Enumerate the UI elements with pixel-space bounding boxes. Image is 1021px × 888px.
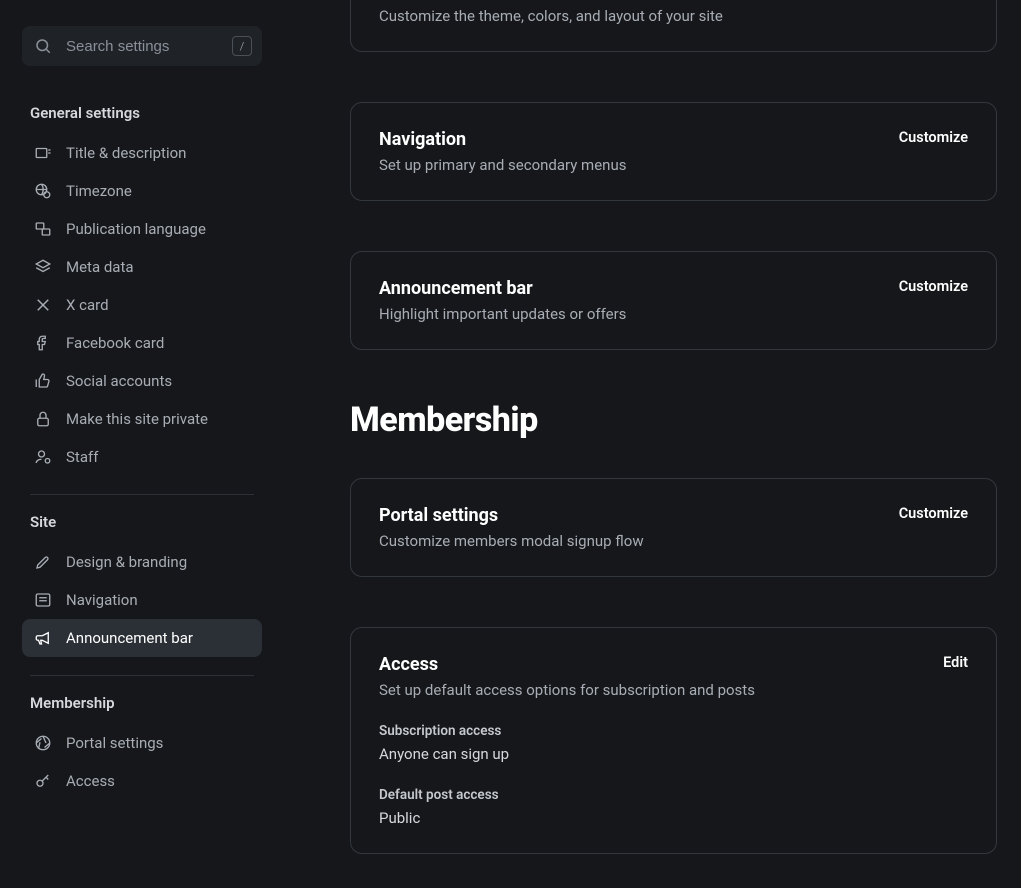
facebook-icon	[34, 334, 52, 352]
edit-button[interactable]: Edit	[943, 654, 968, 671]
card-description: Set up default access options for subscr…	[379, 681, 755, 699]
sidebar-item-publication-language[interactable]: Publication language	[22, 210, 262, 248]
card-description: Customize members modal signup flow	[379, 532, 644, 550]
card-title: Navigation	[379, 129, 626, 150]
search-input[interactable]	[22, 26, 262, 66]
brush-icon	[34, 553, 52, 571]
sidebar-item-label: Meta data	[66, 258, 134, 276]
settings-main: Customize the theme, colors, and layout …	[284, 0, 1021, 888]
navigation-card: Navigation Set up primary and secondary …	[350, 102, 997, 201]
sidebar-item-label: Timezone	[66, 182, 132, 200]
sidebar-item-title-description[interactable]: Title & description	[22, 134, 262, 172]
sidebar-item-label: Access	[66, 772, 115, 790]
sidebar-item-x-card[interactable]: X card	[22, 286, 262, 324]
divider	[30, 675, 254, 676]
field-value: Anyone can sign up	[379, 745, 968, 763]
field-label: Subscription access	[379, 723, 968, 739]
card-title: Access	[379, 654, 755, 675]
sidebar-item-announcement-bar[interactable]: Announcement bar	[22, 619, 262, 657]
settings-sidebar: / General settings Title & description T…	[0, 0, 284, 888]
megaphone-icon	[34, 629, 52, 647]
x-icon	[34, 296, 52, 314]
sidebar-item-label: Facebook card	[66, 334, 164, 352]
sidebar-item-label: Social accounts	[66, 372, 172, 390]
customize-button[interactable]: Customize	[899, 129, 968, 146]
sidebar-item-timezone[interactable]: Timezone	[22, 172, 262, 210]
sidebar-item-label: Title & description	[66, 144, 186, 162]
announcement-bar-card: Announcement bar Highlight important upd…	[350, 251, 997, 350]
card-description: Customize the theme, colors, and layout …	[379, 7, 968, 25]
field-value: Public	[379, 809, 968, 827]
thumbs-up-icon	[34, 372, 52, 390]
sidebar-item-navigation[interactable]: Navigation	[22, 581, 262, 619]
divider	[30, 494, 254, 495]
search-container: /	[22, 26, 262, 66]
sidebar-item-facebook-card[interactable]: Facebook card	[22, 324, 262, 362]
search-icon	[34, 37, 52, 55]
card-title: Announcement bar	[379, 278, 626, 299]
customize-button[interactable]: Customize	[899, 505, 968, 522]
portal-settings-card: Portal settings Customize members modal …	[350, 478, 997, 577]
customize-button[interactable]: Customize	[899, 278, 968, 295]
access-card: Access Set up default access options for…	[350, 627, 997, 854]
sidebar-item-make-private[interactable]: Make this site private	[22, 400, 262, 438]
group-title-general: General settings	[30, 104, 254, 122]
sidebar-item-meta-data[interactable]: Meta data	[22, 248, 262, 286]
sidebar-item-label: Portal settings	[66, 734, 163, 752]
sidebar-item-label: Navigation	[66, 591, 138, 609]
card-title: Portal settings	[379, 505, 644, 526]
aperture-icon	[34, 734, 52, 752]
layers-icon	[34, 258, 52, 276]
field-label: Default post access	[379, 787, 968, 803]
search-shortcut-badge: /	[232, 36, 252, 56]
list-icon	[34, 591, 52, 609]
globe-clock-icon	[34, 182, 52, 200]
default-post-access-field: Default post access Public	[379, 787, 968, 827]
subscription-access-field: Subscription access Anyone can sign up	[379, 723, 968, 763]
key-icon	[34, 772, 52, 790]
card-description: Set up primary and secondary menus	[379, 156, 626, 174]
language-icon	[34, 220, 52, 238]
sidebar-item-staff[interactable]: Staff	[22, 438, 262, 476]
sidebar-item-label: Make this site private	[66, 410, 208, 428]
group-title-site: Site	[30, 513, 254, 531]
user-gear-icon	[34, 448, 52, 466]
sidebar-item-label: Announcement bar	[66, 629, 193, 647]
sidebar-item-design-branding[interactable]: Design & branding	[22, 543, 262, 581]
membership-heading: Membership	[350, 400, 997, 440]
sidebar-item-label: Staff	[66, 448, 98, 466]
lock-icon	[34, 410, 52, 428]
sidebar-item-access[interactable]: Access	[22, 762, 262, 800]
title-icon	[34, 144, 52, 162]
sidebar-item-label: Publication language	[66, 220, 206, 238]
sidebar-item-portal-settings[interactable]: Portal settings	[22, 724, 262, 762]
card-description: Highlight important updates or offers	[379, 305, 626, 323]
sidebar-item-social-accounts[interactable]: Social accounts	[22, 362, 262, 400]
design-branding-card: Customize the theme, colors, and layout …	[350, 0, 997, 52]
sidebar-item-label: Design & branding	[66, 553, 187, 571]
group-title-membership: Membership	[30, 694, 254, 712]
sidebar-item-label: X card	[66, 296, 109, 314]
